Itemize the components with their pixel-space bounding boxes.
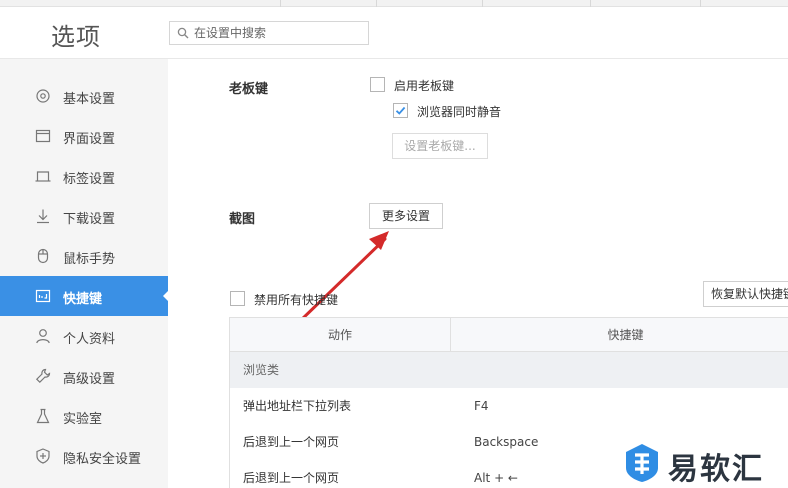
header: 选项 xyxy=(0,7,788,59)
user-icon xyxy=(36,329,50,344)
mute-browser-checkbox[interactable] xyxy=(393,103,408,118)
keyboard-icon xyxy=(35,289,51,303)
sidebar-item-basic[interactable]: 基本设置 xyxy=(0,76,168,116)
disable-all-shortcuts-checkbox[interactable] xyxy=(230,291,245,306)
main-content: 老板键 启用老板键 浏览器同时静音 设置老板键... 截图 更多设置 禁用所有快… xyxy=(168,59,788,488)
sidebar-item-profile[interactable]: 个人资料 xyxy=(0,316,168,356)
screenshot-section-label: 截图 xyxy=(229,212,256,227)
sidebar-item-label: 实验室 xyxy=(63,412,103,427)
sidebar-item-tabs[interactable]: 标签设置 xyxy=(0,156,168,196)
tab-icon xyxy=(35,171,51,182)
table-group-header: 浏览类 xyxy=(230,352,788,388)
annotation-arrow-icon xyxy=(297,231,389,324)
enable-boss-key-checkbox[interactable] xyxy=(370,77,385,92)
search-box[interactable] xyxy=(169,21,369,45)
gear-icon xyxy=(36,89,50,103)
flask-icon xyxy=(36,408,50,424)
row-shortcut[interactable]: F4 xyxy=(474,388,489,424)
boss-key-section-label: 老板键 xyxy=(229,82,269,97)
watermark-text: 易软汇 xyxy=(668,452,764,487)
table-row[interactable]: 弹出地址栏下拉列表 F4 xyxy=(230,388,788,424)
logo-icon xyxy=(626,444,658,482)
sidebar: 基本设置 界面设置 标签设置 下载设置 鼠标手势 快捷键 个人资料 高级设置 实… xyxy=(0,59,169,488)
search-icon xyxy=(177,27,189,39)
enable-boss-key-label: 启用老板键 xyxy=(394,79,455,93)
sidebar-item-label: 快捷键 xyxy=(63,292,103,307)
page-title: 选项 xyxy=(51,23,101,51)
sidebar-item-label: 个人资料 xyxy=(63,332,116,347)
sidebar-item-privacy[interactable]: 隐私安全设置 xyxy=(0,436,168,476)
row-action: 弹出地址栏下拉列表 xyxy=(243,399,352,413)
mute-browser-label: 浏览器同时静音 xyxy=(417,105,502,119)
wrench-icon xyxy=(35,368,51,384)
sidebar-item-interface[interactable]: 界面设置 xyxy=(0,116,168,156)
sidebar-item-label: 基本设置 xyxy=(63,92,116,107)
sidebar-item-label: 鼠标手势 xyxy=(63,252,116,267)
restore-default-shortcuts-button[interactable]: 恢复默认快捷键 xyxy=(703,281,788,307)
column-header-action: 动作 xyxy=(230,318,451,352)
sidebar-item-label: 标签设置 xyxy=(63,172,116,187)
set-boss-key-button[interactable]: 设置老板键... xyxy=(392,133,488,159)
shield-icon xyxy=(36,448,50,464)
row-action: 后退到上一个网页 xyxy=(243,435,340,449)
sidebar-item-advanced[interactable]: 高级设置 xyxy=(0,356,168,396)
column-header-shortcut: 快捷键 xyxy=(451,318,788,352)
sidebar-item-label: 下载设置 xyxy=(63,212,116,227)
sidebar-item-label: 界面设置 xyxy=(63,132,116,147)
sidebar-item-shortcuts[interactable]: 快捷键 xyxy=(0,276,169,316)
window-icon xyxy=(35,129,51,143)
sidebar-item-label: 隐私安全设置 xyxy=(63,452,142,467)
search-input[interactable] xyxy=(194,25,364,41)
row-shortcut[interactable]: Alt + ← xyxy=(474,460,518,488)
checkmark-icon xyxy=(395,106,406,115)
sidebar-item-lab[interactable]: 实验室 xyxy=(0,396,168,436)
row-action: 后退到上一个网页 xyxy=(243,471,340,485)
sidebar-item-download[interactable]: 下载设置 xyxy=(0,196,168,236)
disable-all-shortcuts-label: 禁用所有快捷键 xyxy=(254,293,339,307)
row-shortcut[interactable]: Backspace xyxy=(474,424,538,460)
download-icon xyxy=(37,209,49,224)
mouse-icon xyxy=(37,248,49,264)
sidebar-item-mouse-gesture[interactable]: 鼠标手势 xyxy=(0,236,168,276)
watermark-logo: 易软汇 xyxy=(622,442,772,487)
top-strip xyxy=(0,0,788,7)
sidebar-item-label: 高级设置 xyxy=(63,372,116,387)
